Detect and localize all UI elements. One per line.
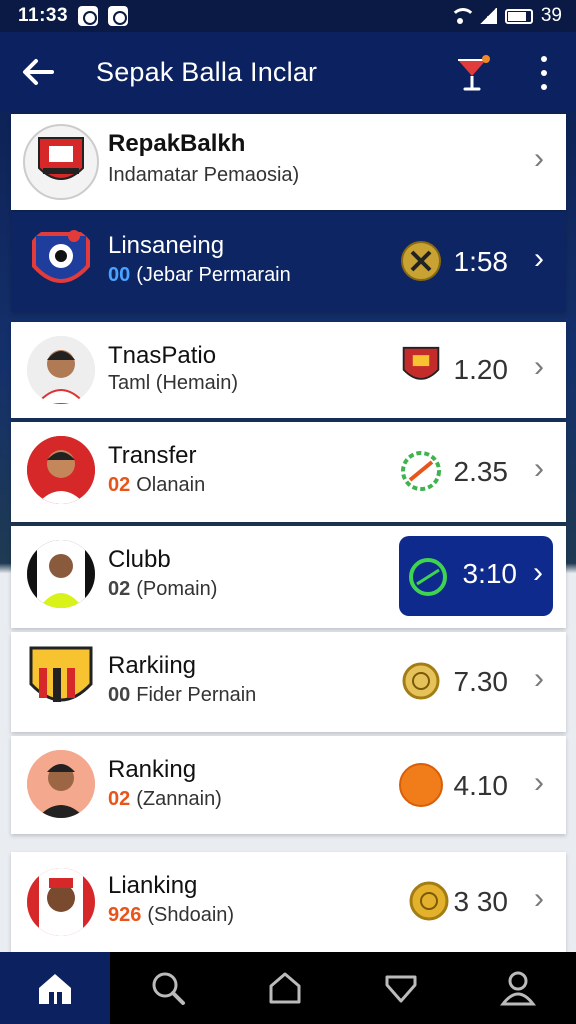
item-title: RepakBalkh — [108, 130, 246, 157]
club-logo — [23, 124, 99, 200]
item-title: TnasPatio — [108, 342, 217, 369]
cocktail-icon — [458, 55, 490, 91]
chevron-right-icon: › — [534, 452, 544, 485]
battery-level: 39 — [540, 5, 562, 26]
item-title: Ranking — [108, 756, 197, 783]
nav-search[interactable] — [110, 952, 227, 1024]
score-highlight-button[interactable]: 3:10 › — [399, 536, 553, 616]
cocktail-button[interactable] — [456, 54, 492, 94]
list-item[interactable]: RepakBalkh Indamatar Pemaosia) › — [11, 114, 566, 210]
list-item[interactable]: Lianking 926 (Shdoain) 3 30 › — [11, 852, 566, 952]
player-avatar — [27, 436, 95, 504]
player-avatar — [27, 868, 95, 936]
list-item[interactable]: Clubb 02 (Pomain) 3:10 › — [11, 526, 566, 628]
club-badge-icon — [402, 346, 440, 380]
item-score: 3 30 — [453, 886, 509, 917]
heart-icon — [385, 975, 417, 1003]
player-avatar — [27, 540, 95, 608]
notification-icon — [78, 6, 99, 26]
item-subtitle: 02 Olanain — [108, 474, 206, 496]
chevron-right-icon: › — [534, 662, 544, 695]
profile-icon — [499, 971, 536, 1006]
item-title: Transfer — [108, 442, 197, 469]
app-bar: Sepak Balla Inclar — [0, 32, 576, 112]
item-title: Clubb — [108, 546, 171, 573]
trophy-badge-icon — [409, 881, 449, 921]
item-title: Linsaneing — [108, 232, 225, 259]
chevron-right-icon: › — [534, 142, 544, 175]
football-badge-icon — [409, 558, 447, 596]
list-item[interactable]: Linsaneing 00 (Jebar Permarain 1:58 › — [11, 212, 566, 312]
orange-ball-icon — [399, 763, 443, 807]
nav-favorites[interactable] — [343, 952, 460, 1024]
football-badge-icon — [401, 451, 441, 491]
status-time: 11:33 — [18, 5, 69, 26]
home-outline-icon — [269, 972, 301, 1004]
item-score: 1.20 — [453, 354, 509, 385]
item-title: Lianking — [108, 872, 198, 899]
nav-home[interactable] — [0, 952, 110, 1024]
nav-profile[interactable] — [460, 952, 576, 1024]
player-avatar — [27, 750, 95, 818]
item-score: 7.30 — [453, 666, 509, 697]
arrow-left-icon — [23, 59, 54, 85]
item-subtitle: Taml (Hemain) — [108, 372, 239, 394]
bottom-navigation — [0, 952, 576, 1024]
more-vert-icon[interactable] — [534, 56, 554, 90]
item-title: Rarkiing — [108, 652, 197, 679]
club-logo — [25, 226, 97, 298]
item-subtitle: Indamatar Pemaosia) — [108, 164, 300, 186]
battery-icon — [504, 8, 533, 24]
list-item[interactable]: TnasPatio Taml (Hemain) 1.20 › — [11, 322, 566, 418]
item-score: 1:58 — [453, 246, 509, 277]
player-avatar — [27, 336, 95, 404]
item-score: 3:10 — [462, 558, 518, 589]
item-subtitle: 02 (Pomain) — [108, 578, 218, 600]
item-subtitle: 02 (Zannain) — [108, 788, 222, 810]
status-bar: 11:33 39 — [0, 0, 576, 32]
list-item[interactable]: Transfer 02 Olanain 2.35 › — [11, 422, 566, 522]
back-button[interactable] — [0, 32, 76, 112]
search-icon — [152, 972, 186, 1005]
item-subtitle: 00 (Jebar Permarain — [108, 264, 291, 286]
item-score: 2.35 — [453, 456, 509, 487]
nav-home-outline[interactable] — [227, 952, 344, 1024]
trophy-badge-icon — [401, 241, 441, 281]
notification-icon-2 — [108, 6, 129, 26]
ball-badge-icon — [402, 662, 440, 700]
item-subtitle: 926 (Shdoain) — [108, 904, 235, 926]
chevron-right-icon: › — [534, 766, 544, 799]
wifi-icon — [449, 8, 476, 24]
signal-icon — [478, 8, 497, 24]
club-logo — [27, 646, 95, 714]
list-item[interactable]: Rarkiing 00 Fider Pernain 7.30 › — [11, 632, 566, 732]
chevron-right-icon: › — [533, 556, 543, 589]
chevron-right-icon: › — [534, 882, 544, 915]
chevron-right-icon: › — [534, 242, 544, 275]
chevron-right-icon: › — [534, 350, 544, 383]
page-title: Sepak Balla Inclar — [96, 56, 318, 87]
item-score: 4.10 — [453, 770, 509, 801]
item-subtitle: 00 Fider Pernain — [108, 684, 257, 706]
home-icon — [39, 974, 71, 1004]
list-item[interactable]: Ranking 02 (Zannain) 4.10 › — [11, 736, 566, 834]
